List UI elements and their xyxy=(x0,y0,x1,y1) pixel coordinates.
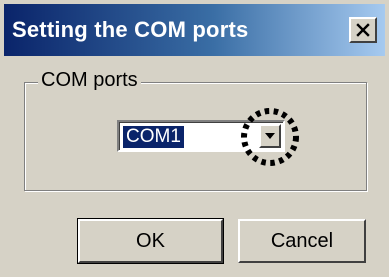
com-port-selected-value[interactable]: COM1 xyxy=(123,126,184,148)
com-port-select[interactable]: COM1 xyxy=(117,120,285,152)
com-ports-group-label: COM ports xyxy=(38,69,141,92)
cancel-button[interactable]: Cancel xyxy=(238,219,366,263)
com-ports-dialog: Setting the COM ports COM ports COM1 OK … xyxy=(0,0,389,277)
close-icon xyxy=(356,23,370,37)
ok-button[interactable]: OK xyxy=(77,218,224,264)
dropdown-button[interactable] xyxy=(259,124,281,148)
title-bar[interactable]: Setting the COM ports xyxy=(4,4,385,56)
close-button[interactable] xyxy=(349,17,377,43)
window-title: Setting the COM ports xyxy=(12,17,249,42)
chevron-down-icon xyxy=(265,133,275,139)
